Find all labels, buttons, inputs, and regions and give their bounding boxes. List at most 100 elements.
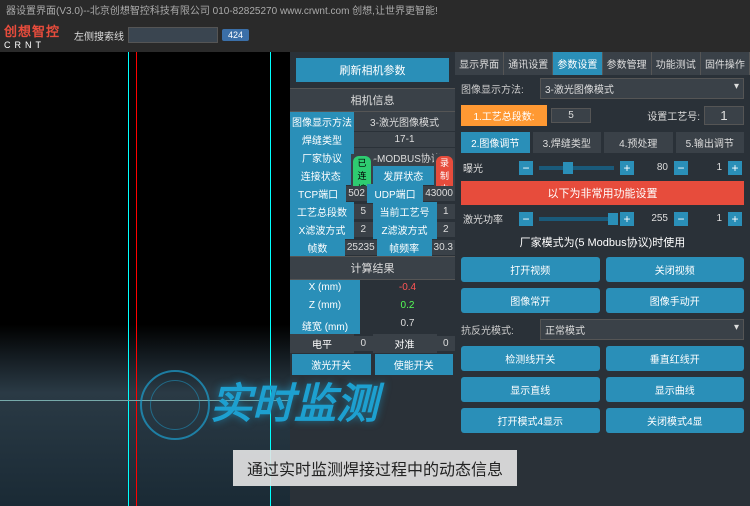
chevron-down-icon: ▾ <box>734 81 739 96</box>
exposure-plus-button[interactable]: + <box>620 161 634 175</box>
conn-status-label: 连接状态 <box>290 166 351 185</box>
refresh-button[interactable]: 刷新相机参数 <box>296 58 449 82</box>
exposure-label: 曝光 <box>463 160 513 175</box>
prop-label: 图像显示方法 <box>290 112 354 131</box>
frame-count-value: 25235 <box>345 240 377 255</box>
udp-port-value: 43000 <box>423 186 455 201</box>
section-camera-info: 相机信息 <box>290 88 455 112</box>
guide-line-red <box>136 52 137 506</box>
enable-toggle-button[interactable]: 使能开关 <box>375 354 454 375</box>
seg-total-value: 5 <box>354 204 373 219</box>
guide-line-cyan-2 <box>270 52 271 506</box>
settings-panel: 显示界面通讯设置参数设置参数管理功能测试固件操作 图像显示方法: 3-激光图像模… <box>455 52 750 506</box>
set-segment-label: 设置工艺号: <box>595 108 700 123</box>
action-button[interactable]: 关闭视频 <box>606 257 745 282</box>
action-button[interactable]: 显示直线 <box>461 377 600 402</box>
tab-5[interactable]: 固件操作 <box>701 52 750 75</box>
exposure-slider[interactable] <box>539 166 614 170</box>
exposure-inc-button[interactable]: + <box>728 161 742 175</box>
action-button[interactable]: 关闭模式4显 <box>606 408 745 433</box>
display-method-dropdown[interactable]: 3-激光图像模式▾ <box>540 78 744 99</box>
frame-count-label: 帧数 <box>290 238 345 257</box>
prop-value: 17-1 <box>354 132 455 147</box>
search-box: 左侧搜索线 424 <box>74 27 249 43</box>
anti-reflect-dropdown[interactable]: 正常模式▾ <box>540 319 744 340</box>
cur-seg-value: 1 <box>437 204 456 219</box>
chevron-down-icon: ▾ <box>734 322 739 337</box>
camera-info-panel: 刷新相机参数 相机信息 图像显示方法3-激光图像模式焊缝类型17-1厂家协议 5 -… <box>290 52 455 506</box>
z-filter-value: 2 <box>437 222 456 237</box>
align-label: 对准 <box>373 334 437 353</box>
action-button[interactable]: 垂直红线开 <box>606 346 745 371</box>
tab-4[interactable]: 功能测试 <box>652 52 701 75</box>
level-value: 0 <box>354 336 373 351</box>
section-calc-result: 计算结果 <box>290 256 455 280</box>
laser-power-max: 1 <box>694 213 722 224</box>
main-tabs: 显示界面通讯设置参数设置参数管理功能测试固件操作 <box>455 52 750 75</box>
warning-banner: 以下为非常用功能设置 <box>461 181 744 205</box>
prop-value: 3-激光图像模式 <box>354 112 455 131</box>
action-button[interactable]: 检测线开关 <box>461 346 600 371</box>
overlay-title: 实时监测 <box>210 370 378 431</box>
viewport-panel <box>0 52 290 506</box>
subtab-3[interactable]: 5.输出调节 <box>676 132 745 153</box>
anti-reflect-label: 抗反光模式: <box>461 322 536 337</box>
search-label: 左侧搜索线 <box>74 28 124 43</box>
subtab-0[interactable]: 2.图像调节 <box>461 132 530 153</box>
screen-status-label: 发屏状态 <box>373 166 434 185</box>
tab-1[interactable]: 通讯设置 <box>504 52 553 75</box>
action-button[interactable]: 打开模式4显示 <box>461 408 600 433</box>
top-bar: 创想智控 CRNT 左侧搜索线 424 <box>0 18 750 52</box>
segment-number-input[interactable] <box>704 106 744 125</box>
calc-label: X (mm) <box>290 280 360 298</box>
laser-inc-button[interactable]: + <box>728 212 742 226</box>
hud-circle-icon <box>140 370 210 440</box>
laser-power-label: 激光功率 <box>463 211 513 226</box>
calc-label: 缝宽 (mm) <box>290 316 360 334</box>
exposure-value: 80 <box>640 162 668 173</box>
action-button[interactable]: 图像手动开 <box>606 288 745 313</box>
prop-label: 厂家协议 <box>290 148 354 167</box>
seg-total-label: 工艺总段数 <box>290 202 354 221</box>
subtitle-text: 通过实时监测焊接过程中的动态信息 <box>233 450 517 486</box>
fps-label: 帧频率 <box>377 238 432 257</box>
laser-minus-button[interactable]: − <box>519 212 533 226</box>
action-button[interactable]: 图像常开 <box>461 288 600 313</box>
tab-0[interactable]: 显示界面 <box>455 52 504 75</box>
action-button[interactable]: 打开视频 <box>461 257 600 282</box>
subtab-2[interactable]: 4.预处理 <box>604 132 673 153</box>
logo: 创想智控 CRNT <box>4 22 60 48</box>
laser-dec-button[interactable]: − <box>674 212 688 226</box>
sub-tabs: 2.图像调节3.焊缝类型4.预处理5.输出调节 <box>455 129 750 156</box>
tab-3[interactable]: 参数管理 <box>603 52 652 75</box>
x-filter-label: X滤波方式 <box>290 220 354 239</box>
tcp-port-value: 502 <box>346 186 367 201</box>
subtab-1[interactable]: 3.焊缝类型 <box>533 132 602 153</box>
calc-value: 0.2 <box>360 298 455 316</box>
search-badge: 424 <box>222 29 249 41</box>
camera-viewport[interactable] <box>0 52 290 506</box>
prop-label: 焊缝类型 <box>290 130 354 149</box>
level-label: 电平 <box>290 334 354 353</box>
z-filter-label: Z滤波方式 <box>373 220 437 239</box>
search-input[interactable] <box>128 27 218 43</box>
laser-plus-button[interactable]: + <box>620 212 634 226</box>
total-segments-value: 5 <box>551 108 591 123</box>
laser-power-slider[interactable] <box>539 217 614 221</box>
calc-value: 0.7 <box>360 316 455 334</box>
display-method-label: 图像显示方法: <box>461 81 536 96</box>
tab-2[interactable]: 参数设置 <box>553 52 602 75</box>
exposure-dec-button[interactable]: − <box>674 161 688 175</box>
guide-line-cyan <box>128 52 129 506</box>
udp-port-label: UDP端口 <box>367 184 423 203</box>
x-filter-value: 2 <box>354 222 373 237</box>
cur-seg-label: 当前工艺号 <box>373 202 437 221</box>
exposure-minus-button[interactable]: − <box>519 161 533 175</box>
calc-value: -0.4 <box>360 280 455 298</box>
align-value: 0 <box>437 336 456 351</box>
action-button[interactable]: 显示曲线 <box>606 377 745 402</box>
exposure-max: 1 <box>694 162 722 173</box>
logo-main: 创想智控 <box>4 21 60 40</box>
fps-value: 30.3 <box>432 240 455 255</box>
title-bar: 器设置界面(V3.0)--北京创想智控科技有限公司 010-82825270 w… <box>0 0 750 18</box>
